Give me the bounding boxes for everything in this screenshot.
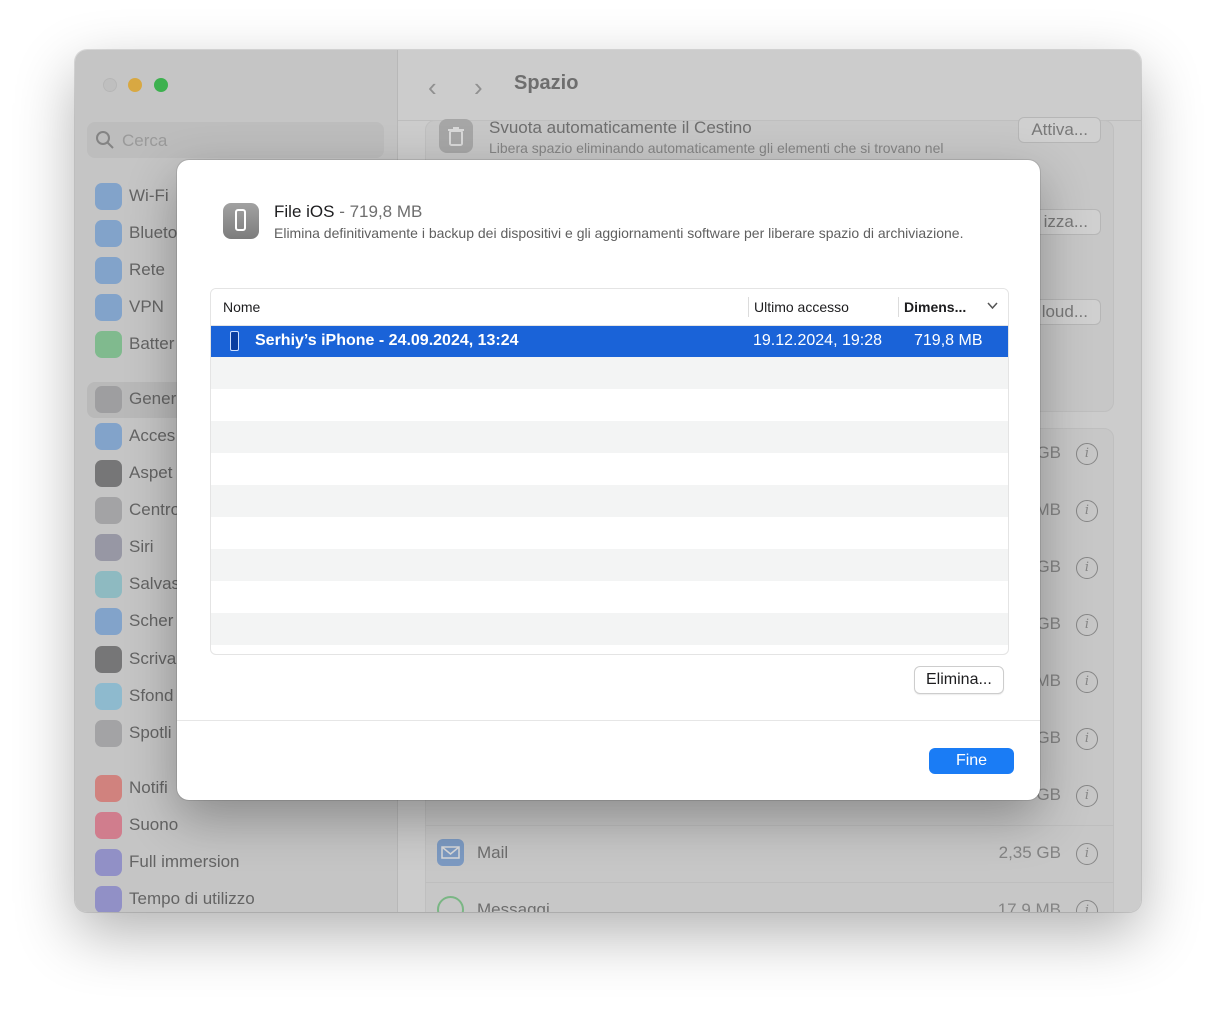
- row-last-access: 19.12.2024, 19:28: [753, 332, 883, 349]
- empty-row-stripe: [211, 357, 1008, 389]
- sheet-description: Elimina definitivamente i backup dei dis…: [274, 225, 964, 241]
- iphone-icon: [223, 203, 259, 239]
- row-size: 719,8 MB: [914, 332, 983, 349]
- column-header-name[interactable]: Nome: [223, 299, 260, 315]
- delete-button[interactable]: Elimina...: [914, 666, 1004, 694]
- sheet-title-text: File iOS: [274, 202, 335, 221]
- empty-row-stripe: [211, 613, 1008, 645]
- done-button[interactable]: Fine: [929, 748, 1014, 774]
- empty-row-stripe: [211, 485, 1008, 517]
- row-name: Serhiy’s iPhone - 24.09.2024, 13:24: [255, 332, 519, 349]
- sheet-title: File iOS - 719,8 MB: [274, 202, 422, 222]
- backups-table: Nome Ultimo accesso Dimens... Serhiy’s i…: [210, 288, 1009, 655]
- column-separator: [898, 297, 899, 317]
- empty-row-stripe: [211, 421, 1008, 453]
- table-header: Nome Ultimo accesso Dimens...: [211, 289, 1008, 326]
- column-header-last-access[interactable]: Ultimo accesso: [754, 299, 849, 315]
- sheet-title-size: - 719,8 MB: [334, 202, 423, 221]
- sheet-footer-divider: [177, 720, 1040, 721]
- iphone-small-icon: [230, 331, 239, 351]
- table-row[interactable]: Serhiy’s iPhone - 24.09.2024, 13:24 19.1…: [211, 326, 1008, 357]
- ios-files-sheet: File iOS - 719,8 MB Elimina definitivame…: [177, 160, 1040, 800]
- column-separator: [748, 297, 749, 317]
- column-header-size[interactable]: Dimens...: [904, 299, 966, 315]
- sort-chevron-down-icon[interactable]: [987, 302, 998, 310]
- empty-row-stripe: [211, 549, 1008, 581]
